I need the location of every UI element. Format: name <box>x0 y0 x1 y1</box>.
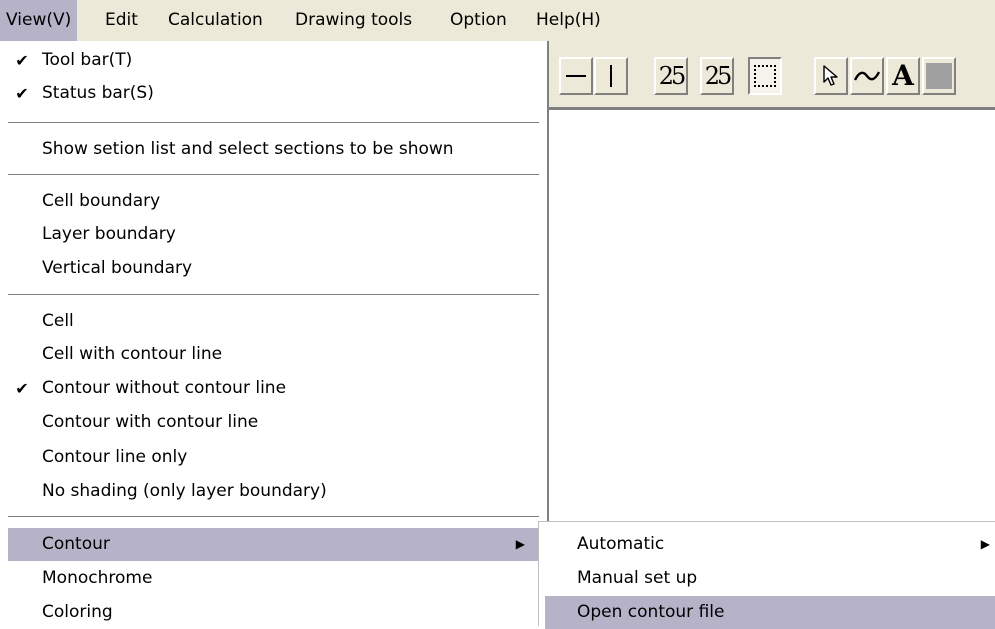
curve-tool[interactable] <box>850 57 884 95</box>
submenu-item-label: Automatic <box>577 534 665 554</box>
vertical-line-tool[interactable] <box>594 57 628 95</box>
menu-item-label: Tool bar(T) <box>42 50 133 70</box>
menu-item-label: Cell <box>42 311 74 331</box>
toolbar: 25 25 A <box>548 41 995 110</box>
submenu-arrow-icon: ▶ <box>515 537 525 551</box>
menu-item-cell-contour-line[interactable]: Cell with contour line <box>0 338 547 371</box>
horizontal-line-icon <box>566 75 586 77</box>
contour-submenu: Automatic ▶ Manual set up Open contour f… <box>538 521 995 629</box>
menu-item-label: Contour line only <box>42 447 188 467</box>
menu-calculation[interactable]: Calculation <box>162 0 269 41</box>
menu-item-label: No shading (only layer boundary) <box>42 481 327 501</box>
menu-item-no-shading[interactable]: No shading (only layer boundary) <box>0 475 547 508</box>
menu-item-label: Cell with contour line <box>42 344 223 364</box>
arrow-cursor-icon <box>823 65 838 86</box>
checkmark-icon: ✔ <box>15 84 29 103</box>
checkmark-icon: ✔ <box>15 51 29 70</box>
menu-option[interactable]: Option <box>444 0 513 41</box>
horizontal-line-tool[interactable] <box>559 57 593 95</box>
menu-bar: View(V) Edit Calculation Drawing tools O… <box>0 0 995 41</box>
fill-tool[interactable] <box>922 57 956 95</box>
number-tool-1[interactable]: 25 <box>654 57 688 95</box>
menu-item-label: Layer boundary <box>42 224 176 244</box>
vertical-line-icon <box>610 65 612 87</box>
number-tool-2[interactable]: 25 <box>700 57 734 95</box>
menu-item-cell[interactable]: Cell <box>0 305 547 338</box>
checkmark-icon: ✔ <box>15 379 29 398</box>
submenu-item-manual[interactable]: Manual set up <box>545 562 995 595</box>
menu-item-toolbar[interactable]: ✔ Tool bar(T) <box>0 44 547 77</box>
menu-separator <box>8 294 539 296</box>
view-menu: ✔ Tool bar(T) ✔ Status bar(S) Show setio… <box>0 41 549 626</box>
menu-item-label: Status bar(S) <box>42 83 154 103</box>
menu-item-label: Vertical boundary <box>42 258 193 278</box>
submenu-item-automatic[interactable]: Automatic ▶ <box>545 528 995 561</box>
pointer-tool[interactable] <box>814 57 848 95</box>
menu-item-label: Contour with contour line <box>42 412 259 432</box>
menu-view[interactable]: View(V) <box>0 0 78 41</box>
menu-item-label: Contour <box>42 534 110 554</box>
submenu-item-label: Manual set up <box>577 568 698 588</box>
menu-separator <box>8 516 539 518</box>
menu-item-coloring[interactable]: Coloring <box>0 596 547 629</box>
menu-item-label: Monochrome <box>42 568 153 588</box>
number-label-1: 25 <box>658 62 686 90</box>
menu-item-layer-boundary[interactable]: Layer boundary <box>0 218 547 251</box>
menu-edit[interactable]: Edit <box>99 0 144 41</box>
menu-separator <box>8 174 539 176</box>
menu-item-label: Cell boundary <box>42 191 161 211</box>
select-region-tool[interactable] <box>748 57 782 95</box>
submenu-arrow-icon: ▶ <box>980 537 990 551</box>
submenu-item-open-file[interactable]: Open contour file <box>545 596 995 629</box>
menu-item-statusbar[interactable]: ✔ Status bar(S) <box>0 77 547 110</box>
text-tool[interactable]: A <box>886 57 920 95</box>
menu-item-label: Show setion list and select sections to … <box>42 139 454 159</box>
menu-item-contour-line-only[interactable]: Contour line only <box>0 441 547 474</box>
menu-item-contour[interactable]: Contour ▶ <box>8 528 539 561</box>
dotted-rectangle-icon <box>754 65 776 87</box>
menu-item-vertical-boundary[interactable]: Vertical boundary <box>0 252 547 285</box>
menu-item-label: Coloring <box>42 602 113 622</box>
menu-help[interactable]: Help(H) <box>530 0 607 41</box>
wave-icon <box>854 71 880 81</box>
menu-item-label: Contour without contour line <box>42 378 287 398</box>
submenu-item-label: Open contour file <box>577 602 725 622</box>
menu-item-show-sections[interactable]: Show setion list and select sections to … <box>0 133 547 166</box>
number-label-2: 25 <box>704 62 732 90</box>
text-tool-label: A <box>892 59 914 92</box>
menu-item-monochrome[interactable]: Monochrome <box>0 562 547 595</box>
menu-separator <box>8 122 539 124</box>
menu-item-cell-boundary[interactable]: Cell boundary <box>0 185 547 218</box>
menu-item-contour-with-line[interactable]: Contour with contour line <box>0 406 547 439</box>
menu-drawing-tools[interactable]: Drawing tools <box>289 0 418 41</box>
menu-item-contour-without-line[interactable]: ✔ Contour without contour line <box>0 372 547 405</box>
gray-fill-icon <box>926 63 952 89</box>
